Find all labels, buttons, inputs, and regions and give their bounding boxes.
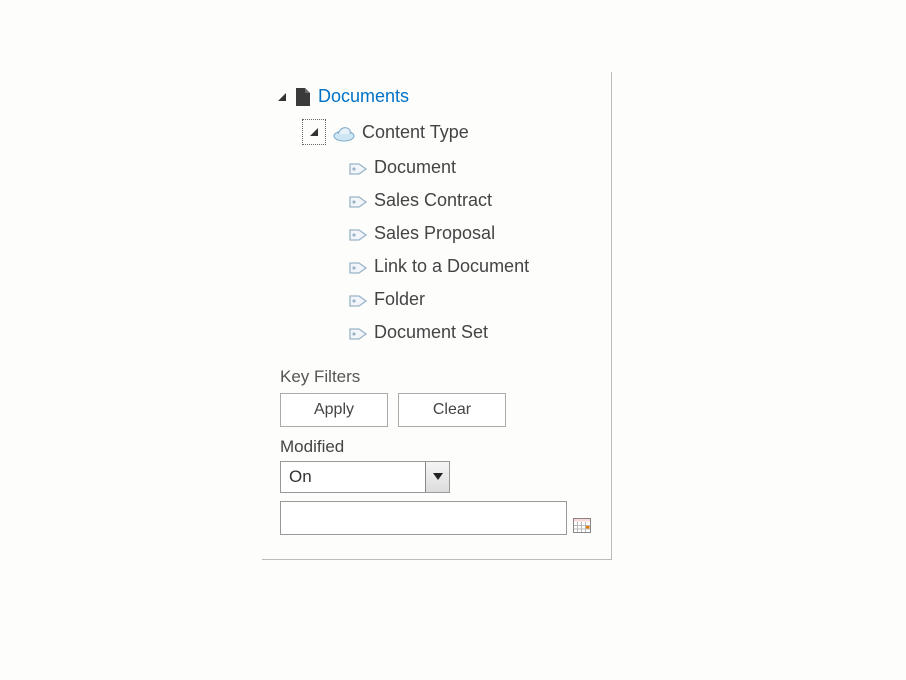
key-filters-section: Key Filters Apply Clear Modified On (262, 353, 611, 541)
navigation-panel: Documents Content Type Document (262, 72, 612, 560)
modified-operator-select[interactable]: On (280, 461, 450, 493)
tree-view: Documents Content Type Document (262, 72, 611, 353)
tag-icon (348, 225, 368, 243)
modified-operator-value[interactable]: On (280, 461, 450, 493)
tag-icon (348, 291, 368, 309)
content-type-hand-icon (332, 122, 356, 142)
modified-date-row (280, 501, 593, 535)
document-page-icon (294, 87, 312, 107)
tag-icon (348, 258, 368, 276)
modified-field-label: Modified (280, 437, 593, 457)
tree-item[interactable]: Sales Contract (276, 184, 601, 217)
tree-node-content-type[interactable]: Content Type (276, 113, 601, 151)
tree-item[interactable]: Document Set (276, 316, 601, 349)
tree-item-label[interactable]: Folder (374, 289, 425, 310)
tree-item[interactable]: Sales Proposal (276, 217, 601, 250)
tree-item-label[interactable]: Sales Proposal (374, 223, 495, 244)
filter-buttons-row: Apply Clear (280, 393, 593, 427)
apply-button[interactable]: Apply (280, 393, 388, 427)
clear-button[interactable]: Clear (398, 393, 506, 427)
date-picker-button[interactable] (571, 501, 593, 535)
tree-root-label[interactable]: Documents (318, 86, 409, 107)
tree-item[interactable]: Folder (276, 283, 601, 316)
tag-icon (348, 192, 368, 210)
expand-icon[interactable] (302, 119, 326, 145)
tree-node-label[interactable]: Content Type (362, 122, 469, 143)
key-filters-heading: Key Filters (280, 367, 593, 387)
tree-item-label[interactable]: Document (374, 157, 456, 178)
calendar-icon (573, 517, 591, 533)
modified-date-input[interactable] (280, 501, 567, 535)
tree-item-label[interactable]: Sales Contract (374, 190, 492, 211)
tag-icon (348, 324, 368, 342)
tree-item-label[interactable]: Link to a Document (374, 256, 529, 277)
tag-icon (348, 159, 368, 177)
tree-item[interactable]: Link to a Document (276, 250, 601, 283)
expand-icon[interactable] (276, 91, 288, 103)
tree-item-label[interactable]: Document Set (374, 322, 488, 343)
tree-item[interactable]: Document (276, 151, 601, 184)
tree-root-documents[interactable]: Documents (276, 80, 601, 113)
